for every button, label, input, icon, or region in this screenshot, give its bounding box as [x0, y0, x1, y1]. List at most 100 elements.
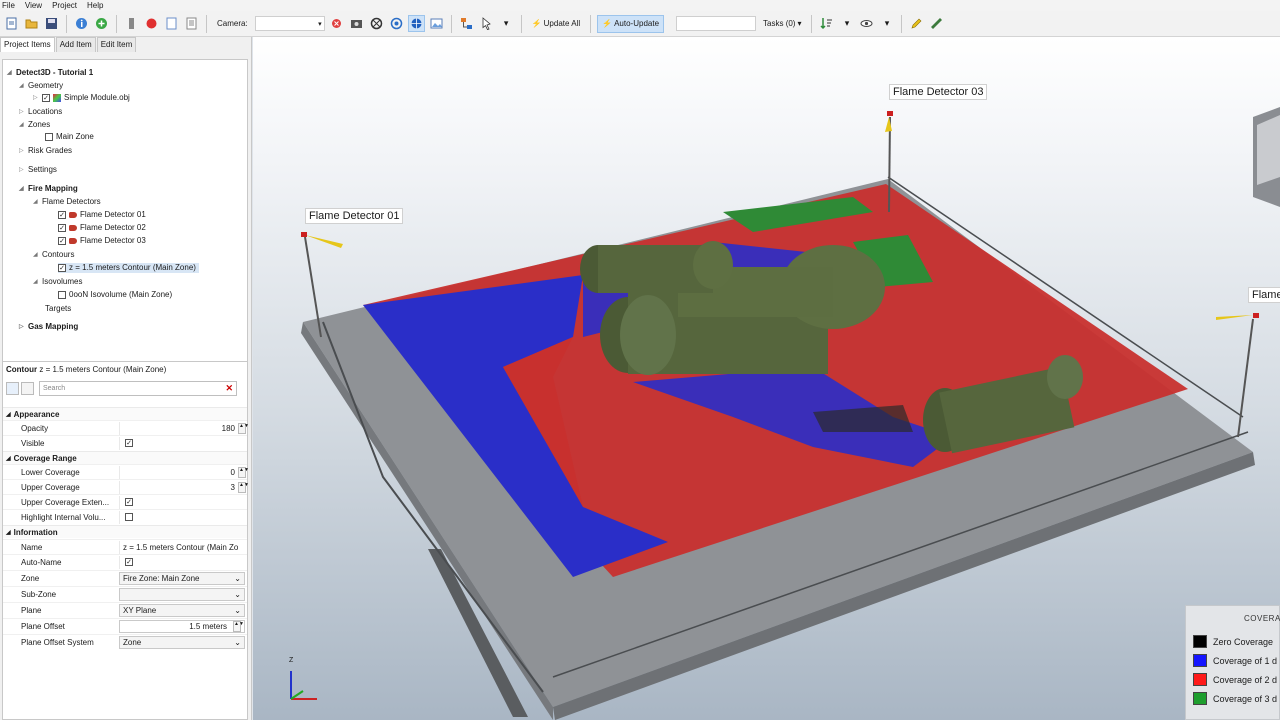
tree-item-flame-detectors[interactable]: ◢ Flame Detectors: [33, 197, 101, 207]
clear-search-icon[interactable]: ✕: [225, 383, 233, 394]
scene-render[interactable]: [253, 37, 1280, 720]
measure-button[interactable]: [908, 15, 925, 32]
lower-coverage-input[interactable]: 0 ▲▼: [119, 465, 249, 479]
info-button[interactable]: [73, 15, 90, 32]
report-button[interactable]: [163, 15, 180, 32]
spinner-icon[interactable]: ▲▼: [238, 422, 249, 434]
sort-dropdown[interactable]: ▾: [838, 15, 855, 32]
collapsed-triangle-icon: ▷: [19, 148, 24, 154]
tree-item-flame-detector-01[interactable]: ✓ Flame Detector 01: [58, 210, 146, 220]
menu-help[interactable]: Help: [87, 0, 103, 11]
tree-item-flame-detector-03[interactable]: ✓ Flame Detector 03: [58, 236, 146, 246]
checkbox-unchecked[interactable]: [45, 133, 53, 141]
checkbox-checked[interactable]: ✓: [58, 211, 66, 219]
save-button[interactable]: [43, 15, 60, 32]
sub-zone-select[interactable]: ⌄: [119, 587, 245, 601]
plane-offset-input[interactable]: 1.5 meters ▲▼: [119, 619, 245, 633]
settings-button[interactable]: [928, 15, 945, 32]
hierarchy-button[interactable]: [458, 15, 475, 32]
tree-root[interactable]: ◢ Detect3D - Tutorial 1: [7, 68, 93, 78]
prop-value-cell: ✓: [119, 436, 247, 450]
auto-update-toggle[interactable]: ⚡ Auto-Update: [597, 14, 665, 33]
visibility-button[interactable]: [858, 15, 875, 32]
tree-item-contours[interactable]: ◢ Contours: [33, 250, 74, 260]
camera-save-button[interactable]: [348, 15, 365, 32]
tree-item-contour-selected[interactable]: ✓ z = 1.5 meters Contour (Main Zone): [58, 263, 199, 273]
checkbox-checked[interactable]: ✓: [58, 224, 66, 232]
checkbox-checked[interactable]: ✓: [42, 94, 50, 102]
update-all-button[interactable]: ⚡ Update All: [528, 15, 584, 33]
highlight-checkbox[interactable]: [125, 513, 133, 521]
tree-item-simple-module[interactable]: ▷ ✓ Simple Module.obj: [33, 93, 130, 103]
toolbar-separator: [901, 14, 903, 33]
checkbox-unchecked[interactable]: [58, 291, 66, 299]
tree-item-settings[interactable]: ▷ Settings: [19, 165, 57, 175]
group-coverage-range[interactable]: ◢ Coverage Range: [3, 451, 247, 464]
tree-item-main-zone[interactable]: Main Zone: [45, 132, 94, 142]
tasks-dropdown[interactable]: Tasks (0) ▾: [759, 15, 805, 33]
tree-item-locations[interactable]: ▷ Locations: [19, 107, 62, 117]
spinner-icon[interactable]: ▲▼: [238, 466, 249, 478]
tab-add-item[interactable]: Add Item: [55, 37, 96, 52]
sort-button[interactable]: [818, 15, 835, 32]
plane-offset-system-select[interactable]: Zone ⌄: [119, 635, 245, 649]
view-toggle-button[interactable]: [407, 15, 425, 32]
auto-name-checkbox[interactable]: ✓: [125, 558, 133, 566]
tree-item-flame-detector-02[interactable]: ✓ Flame Detector 02: [58, 223, 146, 233]
select-button[interactable]: [478, 15, 495, 32]
chevron-down-icon: ⌄: [234, 589, 241, 599]
tree-item-targets[interactable]: Targets: [45, 304, 71, 314]
toolbar-separator: [520, 14, 522, 33]
chevron-down-icon: ⌄: [234, 605, 241, 615]
visibility-dropdown[interactable]: ▾: [878, 15, 895, 32]
tab-project-items[interactable]: Project Items: [0, 37, 55, 52]
stop-button[interactable]: [143, 15, 160, 32]
navigation-cube-face[interactable]: [1257, 115, 1280, 185]
group-information[interactable]: ◢ Information: [3, 525, 247, 538]
upper-coverage-input[interactable]: 3 ▲▼: [119, 480, 249, 494]
tree-item-zones[interactable]: ◢ Zones: [19, 120, 50, 130]
orbit-button[interactable]: [388, 15, 405, 32]
toolbar-search-input[interactable]: [676, 16, 757, 31]
plane-select[interactable]: XY Plane ⌄: [119, 603, 245, 617]
tree-item-fire-mapping[interactable]: ◢ Fire Mapping: [19, 184, 78, 194]
zone-select[interactable]: Fire Zone: Main Zone ⌄: [119, 571, 245, 585]
upper-ext-checkbox[interactable]: ✓: [125, 498, 133, 506]
checkbox-checked[interactable]: ✓: [58, 237, 66, 245]
screenshot-button[interactable]: [428, 15, 445, 32]
tree-item-isovolume[interactable]: 0ooN Isovolume (Main Zone): [58, 290, 172, 300]
menu-project[interactable]: Project: [52, 0, 77, 11]
camera-delete-button[interactable]: [328, 15, 345, 32]
menu-file[interactable]: File: [2, 0, 15, 11]
prop-value-cell: [119, 510, 247, 524]
menu-view[interactable]: View: [25, 0, 42, 11]
visible-checkbox[interactable]: ✓: [125, 439, 133, 447]
categorized-view-button[interactable]: [6, 381, 19, 395]
prop-auto-name: Auto-Name ✓: [3, 554, 247, 569]
open-project-button[interactable]: [23, 15, 40, 32]
spinner-icon[interactable]: ▲▼: [238, 481, 249, 493]
3d-viewport[interactable]: Flame Detector 01 Flame Detector 03 Flam…: [253, 37, 1280, 720]
tab-edit-item[interactable]: Edit Item: [96, 37, 137, 52]
tree-item-isovolumes[interactable]: ◢ Isovolumes: [33, 277, 82, 287]
tree-item-risk-grades[interactable]: ▷ Risk Grades: [19, 146, 72, 156]
alphabetical-view-button[interactable]: [21, 381, 34, 395]
opacity-input[interactable]: 180 ▲▼: [119, 421, 249, 435]
collapsed-triangle-icon: ▷: [33, 95, 38, 101]
spinner-icon[interactable]: ▲▼: [233, 620, 244, 632]
add-button[interactable]: [93, 15, 110, 32]
properties-search-input[interactable]: Search ✕: [39, 380, 237, 396]
prop-label: Plane: [21, 605, 42, 615]
checkbox-checked[interactable]: ✓: [58, 264, 66, 272]
tree-item-gas-mapping[interactable]: ▷ Gas Mapping: [19, 322, 78, 332]
reset-view-button[interactable]: [368, 15, 385, 32]
name-input[interactable]: z = 1.5 meters Contour (Main Zo: [119, 540, 247, 554]
group-appearance[interactable]: ◢ Appearance: [3, 407, 247, 420]
tree-item-geometry[interactable]: ◢ Geometry: [19, 81, 63, 91]
new-project-button[interactable]: [3, 15, 20, 32]
camera-select[interactable]: ▾: [254, 16, 325, 31]
select-dropdown[interactable]: ▾: [498, 15, 515, 32]
export-button[interactable]: [183, 15, 200, 32]
tree-item-label: Contours: [42, 250, 75, 259]
battery-button[interactable]: [123, 15, 140, 32]
